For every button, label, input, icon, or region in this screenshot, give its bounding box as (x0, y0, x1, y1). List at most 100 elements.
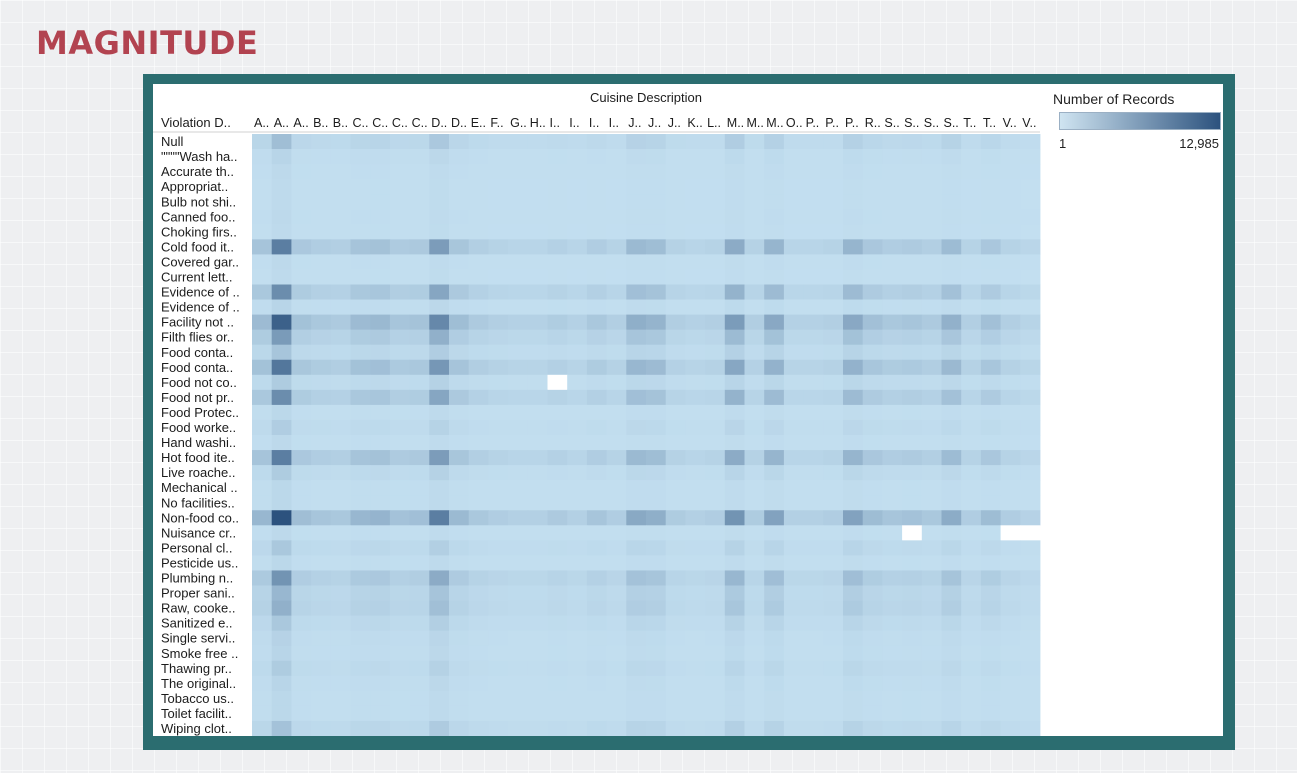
heatmap-cell (843, 299, 864, 315)
heatmap-cell (803, 254, 824, 270)
heatmap-cell (271, 224, 292, 240)
heatmap-cell (724, 149, 745, 165)
heatmap-cell (902, 179, 923, 195)
heatmap-cell (350, 134, 371, 150)
heatmap-cell (370, 450, 391, 466)
heatmap-cell (843, 615, 864, 632)
heatmap-cell (823, 495, 844, 511)
heatmap-cell (252, 480, 273, 496)
heatmap-cell (882, 179, 903, 195)
heatmap-cell (389, 465, 410, 481)
heatmap-cell (803, 660, 824, 677)
heatmap-cell (567, 389, 588, 406)
heatmap-cell (252, 419, 273, 436)
heatmap-cell (823, 374, 844, 391)
heatmap-cell (744, 600, 765, 616)
heatmap-cell (468, 525, 489, 541)
heatmap-cell (665, 585, 686, 601)
heatmap-cell (961, 555, 982, 571)
heatmap-cell (350, 675, 371, 692)
heatmap-cell (902, 645, 923, 662)
heatmap-cell (921, 299, 942, 315)
heatmap-cell (961, 510, 982, 526)
heatmap-cell (764, 269, 785, 285)
heatmap-cell (665, 374, 686, 391)
heatmap-cell (488, 134, 509, 150)
heatmap-cell (311, 630, 332, 647)
heatmap-cell (389, 450, 410, 466)
heatmap-cell (862, 480, 883, 496)
heatmap-cell (330, 630, 351, 647)
heatmap-cell (823, 555, 844, 571)
heatmap-cell (921, 329, 942, 346)
heatmap-cell (606, 720, 627, 736)
heatmap-cell (449, 510, 470, 526)
heatmap-cell (586, 359, 607, 376)
heatmap-cell (705, 585, 726, 601)
heatmap-cell (980, 164, 1001, 180)
heatmap-cell (921, 585, 942, 601)
heatmap-cell (468, 134, 489, 150)
heatmap-cell (468, 450, 489, 466)
heatmap-cell (665, 525, 686, 541)
heatmap-cell (449, 224, 470, 240)
heatmap-cell (685, 209, 706, 225)
heatmap-cell (468, 254, 489, 270)
heatmap-cell (567, 374, 588, 391)
heatmap-cell (468, 540, 489, 556)
heatmap-cell (724, 480, 745, 496)
heatmap-cell (843, 540, 864, 556)
heatmap-cell (429, 284, 450, 300)
heatmap-cell (409, 419, 430, 436)
heatmap-cell (665, 359, 686, 376)
heatmap-cell (823, 329, 844, 346)
heatmap-cell (508, 570, 529, 586)
heatmap-cell (449, 600, 470, 616)
heatmap-cell (921, 134, 942, 150)
heatmap-cell (646, 555, 667, 571)
heatmap-cell (724, 705, 745, 722)
heatmap-cell (350, 585, 371, 601)
heatmap-cell (291, 615, 312, 632)
heatmap-cell (1000, 660, 1021, 677)
heatmap-cell (567, 645, 588, 662)
heatmap-cell (252, 209, 273, 225)
heatmap-cell (567, 134, 588, 150)
heatmap-cell (626, 585, 647, 601)
heatmap-cell (567, 209, 588, 225)
heatmap-cell (783, 435, 804, 451)
heatmap-cell (547, 389, 568, 406)
heatmap-cell (744, 480, 765, 496)
heatmap-cell (350, 389, 371, 406)
heatmap-cell (724, 254, 745, 270)
heatmap-cell (783, 254, 804, 270)
heatmap-cell (508, 615, 529, 632)
heatmap-cell (724, 720, 745, 736)
heatmap-cell (271, 344, 292, 361)
heatmap-cell (429, 254, 450, 270)
x-tick-label: S.. (924, 116, 939, 130)
heatmap-cell (311, 615, 332, 632)
heatmap-cell (724, 555, 745, 571)
heatmap-cell (843, 404, 864, 421)
heatmap-cell (389, 615, 410, 632)
heatmap-cell (626, 239, 647, 255)
heatmap-cell (961, 435, 982, 451)
heatmap-cell (902, 555, 923, 571)
heatmap-cell (921, 344, 942, 361)
heatmap-cell (843, 705, 864, 722)
heatmap-cell (862, 314, 883, 331)
heatmap-cell (882, 600, 903, 616)
heatmap-cell (330, 149, 351, 165)
heatmap-cell (1020, 284, 1041, 300)
heatmap-cell (823, 480, 844, 496)
y-tick-label: Hand washi.. (161, 435, 236, 450)
heatmap-cell (1020, 510, 1041, 526)
heatmap-cell (685, 344, 706, 361)
heatmap-cell (764, 495, 785, 511)
heatmap-cell (921, 525, 942, 541)
heatmap-cell (370, 705, 391, 722)
heatmap-cell (724, 389, 745, 406)
x-tick-label: J.. (668, 116, 681, 130)
heatmap-cell (665, 179, 686, 195)
